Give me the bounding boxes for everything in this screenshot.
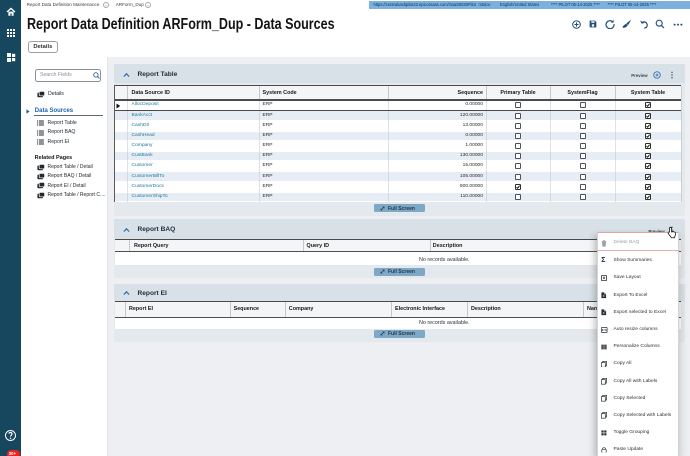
svg-text:x: x [603,311,605,315]
svg-text:x: x [603,294,605,298]
